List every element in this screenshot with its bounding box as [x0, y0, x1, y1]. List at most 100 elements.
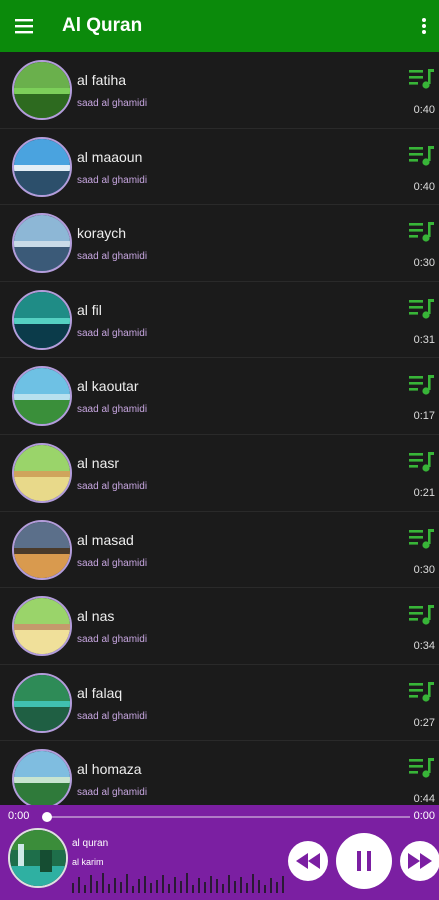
track-row[interactable]: al fatiha saad al ghamidi 0:40	[0, 52, 439, 129]
track-duration: 0:30	[413, 257, 435, 270]
fast-forward-icon	[408, 853, 432, 869]
track-duration: 0:40	[413, 180, 435, 193]
visualizer-bar	[180, 881, 182, 893]
hamburger-menu-icon[interactable]	[0, 0, 50, 52]
track-artist: saad al ghamidi	[77, 557, 148, 569]
track-artwork	[12, 442, 72, 503]
track-artist: saad al ghamidi	[77, 404, 148, 416]
track-artist: saad al ghamidi	[77, 174, 148, 186]
playlist-music-icon[interactable]	[409, 68, 435, 90]
track-duration: 0:17	[413, 410, 435, 423]
track-row[interactable]: al nas saad al ghamidi 0:34	[0, 588, 439, 665]
track-duration: 0:27	[413, 716, 435, 729]
track-artwork	[12, 672, 72, 733]
visualizer-bar	[174, 877, 176, 893]
total-time: 0:00	[413, 810, 435, 822]
track-name: al maaoun	[77, 148, 143, 165]
visualizer-bar	[168, 884, 170, 893]
visualizer-bar	[192, 885, 194, 893]
now-playing-artist: al karim	[72, 857, 104, 867]
track-name: al nas	[77, 608, 115, 625]
track-list: al fatiha saad al ghamidi 0:40 al maaoun saa…	[0, 52, 439, 805]
seek-bar[interactable]	[46, 816, 410, 818]
visualizer-bar	[114, 878, 116, 893]
visualizer-bar	[156, 880, 158, 893]
visualizer-bar	[108, 884, 110, 893]
visualizer-bar	[72, 883, 74, 893]
track-name: al fil	[77, 301, 102, 318]
track-duration: 0:30	[413, 563, 435, 576]
visualizer-bar	[234, 881, 236, 893]
track-duration: 0:44	[413, 793, 435, 805]
track-name: koraych	[77, 225, 127, 242]
playlist-music-icon[interactable]	[409, 145, 435, 167]
track-name: al nasr	[77, 454, 120, 471]
visualizer-bar	[186, 873, 188, 893]
visualizer-bar	[282, 876, 284, 893]
fast-forward-button[interactable]	[400, 841, 439, 881]
track-name: al fatiha	[77, 72, 127, 88]
track-name: al kaoutar	[77, 378, 139, 395]
track-artwork	[12, 289, 72, 350]
track-duration: 0:40	[413, 104, 435, 116]
playlist-music-icon[interactable]	[409, 451, 435, 473]
playlist-music-icon[interactable]	[409, 757, 435, 779]
track-row[interactable]: al falaq saad al ghamidi 0:27	[0, 665, 439, 742]
playlist-music-icon[interactable]	[409, 298, 435, 320]
visualizer-bar	[144, 876, 146, 893]
rewind-icon	[296, 853, 320, 869]
visualizer-bar	[252, 874, 254, 893]
track-row[interactable]: al fil saad al ghamidi 0:31	[0, 282, 439, 359]
playlist-music-icon[interactable]	[409, 374, 435, 396]
pause-button[interactable]	[336, 833, 392, 889]
elapsed-time: 0:00	[8, 810, 30, 822]
track-artwork	[12, 519, 72, 580]
visualizer-bar	[204, 882, 206, 893]
visualizer-bar	[120, 882, 122, 893]
visualizer-bar	[138, 879, 140, 893]
playlist-music-icon[interactable]	[409, 528, 435, 550]
visualizer-bar	[270, 878, 272, 893]
track-name: al falaq	[77, 684, 123, 701]
track-row[interactable]: al nasr saad al ghamidi 0:21	[0, 435, 439, 512]
track-artwork	[12, 366, 72, 427]
visualizer-bar	[198, 878, 200, 893]
now-playing-title: al quran	[72, 838, 109, 849]
mini-player: 0:00 0:00 al quran al karim	[0, 805, 439, 900]
app-bar: Al Quran	[0, 0, 439, 52]
visualizer-bar	[246, 883, 248, 893]
track-artist: saad al ghamidi	[77, 634, 148, 646]
track-artist: saad al ghamidi	[77, 98, 148, 109]
track-row[interactable]: al homaza saad al ghamidi 0:44	[0, 741, 439, 805]
visualizer-bar	[276, 882, 278, 893]
track-row[interactable]: al masad saad al ghamidi 0:30	[0, 512, 439, 589]
track-artwork	[12, 60, 72, 120]
playlist-music-icon[interactable]	[409, 221, 435, 243]
rewind-button[interactable]	[288, 841, 328, 881]
track-row[interactable]: al maaoun saad al ghamidi 0:40	[0, 129, 439, 206]
track-name: al homaza	[77, 761, 142, 778]
track-artist: saad al ghamidi	[77, 251, 148, 263]
visualizer-bar	[264, 885, 266, 893]
visualizer-bar	[228, 875, 230, 893]
visualizer-bar	[96, 881, 98, 893]
seek-knob[interactable]	[42, 812, 52, 822]
track-artwork	[12, 749, 72, 805]
track-duration: 0:34	[413, 640, 435, 653]
track-row[interactable]: al kaoutar saad al ghamidi 0:17	[0, 358, 439, 435]
visualizer-bar	[90, 875, 92, 893]
visualizer-bar	[102, 873, 104, 893]
visualizer-bar	[126, 874, 128, 893]
track-artist: saad al ghamidi	[77, 327, 148, 339]
now-playing-artwork	[8, 828, 68, 888]
track-artist: saad al ghamidi	[77, 710, 148, 722]
track-duration: 0:21	[413, 486, 435, 499]
visualizer-bar	[240, 877, 242, 893]
more-vert-icon[interactable]	[409, 0, 439, 52]
visualizer-bar	[84, 885, 86, 893]
playlist-music-icon[interactable]	[409, 681, 435, 703]
track-row[interactable]: koraych saad al ghamidi 0:30	[0, 205, 439, 282]
track-artwork	[12, 596, 72, 657]
visualizer-bar	[162, 875, 164, 893]
playlist-music-icon[interactable]	[409, 604, 435, 626]
